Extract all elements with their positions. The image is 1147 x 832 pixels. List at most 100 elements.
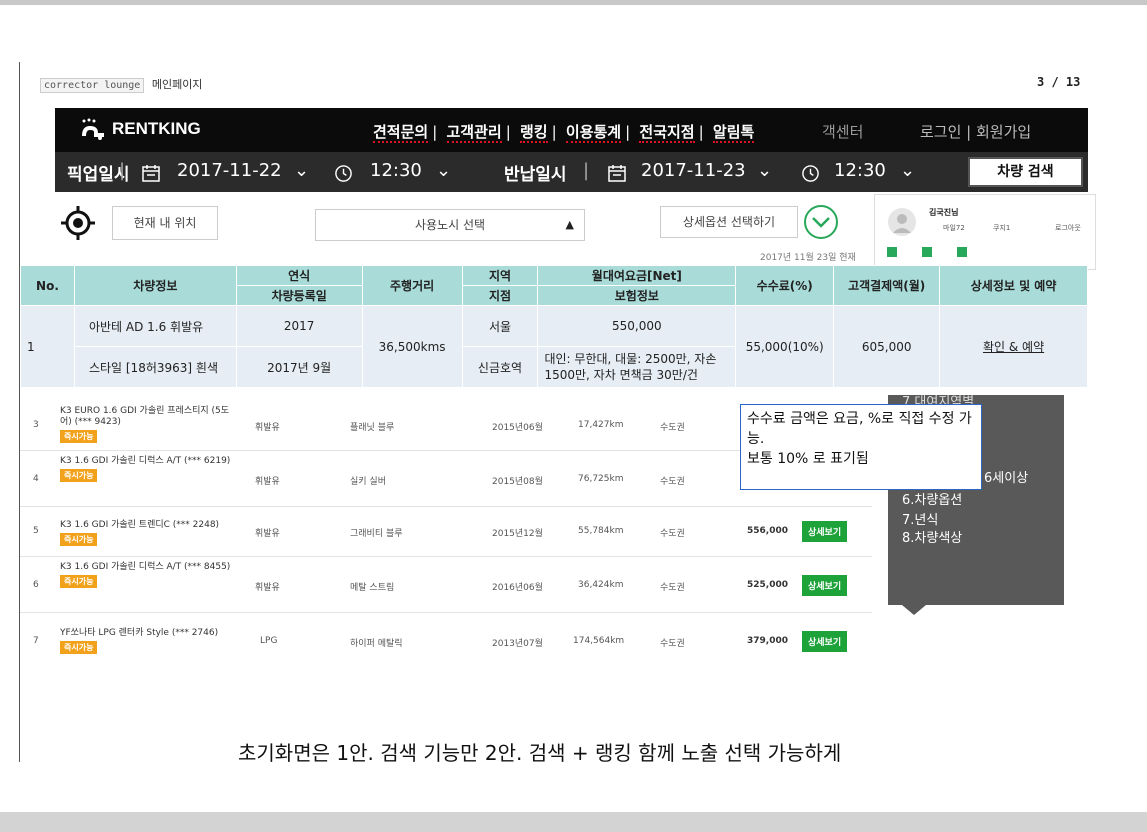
pickup-date-chevron-icon[interactable]: ⌄ — [294, 160, 309, 181]
header-detail: 상세정보 및 예약 — [939, 265, 1088, 306]
status-badge: 즉시가능 — [60, 533, 98, 546]
panel-line: 6.차량옵션 — [902, 493, 963, 508]
menu-item-stats[interactable]: 이용통계 — [565, 123, 622, 143]
car-detail-table: No. 차량정보 연식 주행거리 지역 월대여요금[Net] 수수료(%) 고객… — [20, 265, 1088, 388]
list-item-fuel: 휘발유 — [255, 583, 280, 593]
list-item-km: 17,427km — [578, 420, 624, 430]
breadcrumb-tag: corrector lounge — [40, 78, 145, 93]
clock-icon — [335, 165, 352, 182]
header-commission: 수수료(%) — [735, 265, 835, 306]
as-of-date: 2017년 11월 23일 현재 — [760, 253, 856, 263]
list-item-date: 2015년06월 — [492, 423, 543, 433]
list-item-area: 수도권 — [660, 639, 685, 649]
menu-item-ranking[interactable]: 랭킹 — [520, 123, 548, 143]
header-no: No. — [20, 265, 75, 306]
detail-view-button[interactable]: 상세보기 — [802, 521, 848, 542]
current-location-button[interactable]: 현재 내 위치 — [112, 206, 218, 240]
bottom-border — [0, 812, 1147, 832]
list-item-date: 2015년12월 — [492, 529, 543, 539]
panel-line: 8.차량색상 — [902, 531, 963, 546]
pickup-date[interactable]: 2017-11-22 — [177, 160, 282, 181]
row-no: 1 — [20, 305, 75, 388]
login-signup-link[interactable]: 로그인 | 회원가입 — [920, 121, 1031, 142]
header-customer-pay: 고객결제액(월) — [833, 265, 941, 306]
list-item-no: 5 — [33, 526, 39, 536]
menu-item-alimtalk[interactable]: 알림톡 — [712, 123, 755, 143]
list-item-km: 76,725km — [578, 474, 624, 484]
list-item-no: 7 — [33, 636, 39, 646]
car-year: 2017 — [235, 305, 363, 347]
list-item-color: 메탈 스트림 — [350, 583, 395, 593]
header-reg-date: 차량등록일 — [235, 285, 363, 306]
brand-logo[interactable]: RENTKING — [80, 118, 201, 140]
car-detail: 스타일 [18허3963] 흰색 — [73, 346, 237, 388]
user-info-panel: 김국진님 마일72 쿠지1 로그아웃 — [874, 194, 1096, 270]
annotation-text: 수수료 금액은 요금, %로 직접 수정 가능. 보통 10% 로 표기됨 — [747, 411, 972, 467]
car-region: 서울 — [461, 305, 539, 347]
panel-line: 7.년식 — [902, 513, 939, 528]
car-branch: 신금호역 — [461, 346, 539, 388]
quick-menu-icon[interactable] — [887, 247, 897, 257]
list-item-color: 실키 실버 — [350, 477, 386, 487]
detail-view-button[interactable]: 상세보기 — [802, 575, 848, 596]
list-item[interactable]: 6 K3 1.6 GDI 가솔린 디럭스 A/T (*** 8455) 즉시가능 … — [20, 556, 872, 613]
region-select[interactable]: 사용노시 선택 ▲ — [315, 209, 585, 241]
list-item-date: 2013년07월 — [492, 639, 543, 649]
list-item-price: 379,000 — [747, 636, 788, 646]
list-item-title: K3 1.6 GDI 가솔린 디럭스 A/T (*** 8455) — [60, 562, 231, 572]
detail-option-button[interactable]: 상세옵션 선택하기 — [660, 206, 798, 238]
avatar — [888, 208, 916, 236]
expand-chevron-icon[interactable] — [803, 204, 839, 240]
return-date-chevron-icon[interactable]: ⌄ — [757, 160, 772, 181]
header-branch: 지점 — [461, 285, 539, 306]
header-mileage: 주행거리 — [361, 265, 463, 306]
select-arrows-icon: ▲ — [565, 218, 574, 231]
location-target-icon[interactable] — [60, 205, 96, 241]
customer-pay: 605,000 — [833, 305, 941, 388]
commission[interactable]: 55,000(10%) — [735, 305, 835, 388]
menu-item-customers[interactable]: 고객관리 — [446, 123, 502, 143]
pickup-time[interactable]: 12:30 — [370, 160, 422, 181]
menu-item-branches[interactable]: 전국지점 — [639, 123, 695, 143]
list-item-no: 6 — [33, 580, 39, 590]
list-item-km: 36,424km — [578, 580, 624, 590]
confirm-reserve-link[interactable]: 확인 & 예약 — [939, 305, 1088, 388]
calendar-icon — [142, 165, 160, 182]
return-date[interactable]: 2017-11-23 — [641, 160, 746, 181]
annotation-note: 수수료 금액은 요금, %로 직접 수정 가능. 보통 10% 로 표기됨 — [740, 404, 982, 490]
status-badge: 즉시가능 — [60, 430, 98, 443]
header-year: 연식 — [235, 265, 363, 286]
detail-view-button[interactable]: 상세보기 — [802, 631, 848, 652]
menu-item-customer-center[interactable]: 객센터 — [822, 121, 863, 142]
user-points: 마일72 — [943, 224, 965, 232]
page-number: 3 / 13 — [1037, 75, 1081, 89]
menu-item-quote[interactable]: 견적문의 — [373, 123, 429, 143]
return-time[interactable]: 12:30 — [834, 160, 886, 181]
return-time-chevron-icon[interactable]: ⌄ — [900, 160, 915, 181]
list-item[interactable]: 5 K3 1.6 GDI 가솔린 트렌디C (*** 2248) 즉시가능 휘발유… — [20, 506, 872, 557]
list-item-color: 플래닛 블루 — [350, 423, 395, 433]
main-menu: 견적문의 | 고객관리 | 랭킹 | 이용통계 | 전국지점 | 알림톡 — [373, 123, 755, 143]
quick-menu-icon[interactable] — [957, 247, 967, 257]
car-reg-date: 2017년 9월 — [235, 346, 363, 388]
list-item-no: 3 — [33, 420, 39, 430]
region-select-value: 사용노시 선택 — [414, 218, 486, 232]
brand-name: RENTKING — [112, 119, 201, 138]
list-item-date: 2015년08월 — [492, 477, 543, 487]
logout-link[interactable]: 로그아웃 — [1055, 223, 1081, 233]
quick-menu-icon[interactable] — [922, 247, 932, 257]
header-region: 지역 — [461, 265, 539, 286]
list-item-fuel: LPG — [260, 636, 278, 646]
list-item-fuel: 휘발유 — [255, 477, 280, 487]
pickup-time-chevron-icon[interactable]: ⌄ — [436, 160, 451, 181]
car-search-button[interactable]: 차량 검색 — [968, 157, 1083, 187]
list-item-color: 하이퍼 메탈릭 — [350, 639, 403, 649]
list-item-color: 그래비티 블루 — [350, 529, 403, 539]
breadcrumb: corrector lounge 메인페이지 — [40, 76, 202, 93]
list-item[interactable]: 7 YF쏘나타 LPG 렌터카 Style (*** 2746) 즉시가능 LPG… — [20, 612, 872, 664]
list-item-title: K3 1.6 GDI 가솔린 트렌디C (*** 2248) — [60, 520, 220, 530]
header-insurance: 보험정보 — [537, 285, 737, 306]
list-item-area: 수도권 — [660, 529, 685, 539]
car-name: 아반테 AD 1.6 휘발유 — [73, 305, 237, 347]
car-mileage: 36,500kms — [361, 305, 463, 388]
